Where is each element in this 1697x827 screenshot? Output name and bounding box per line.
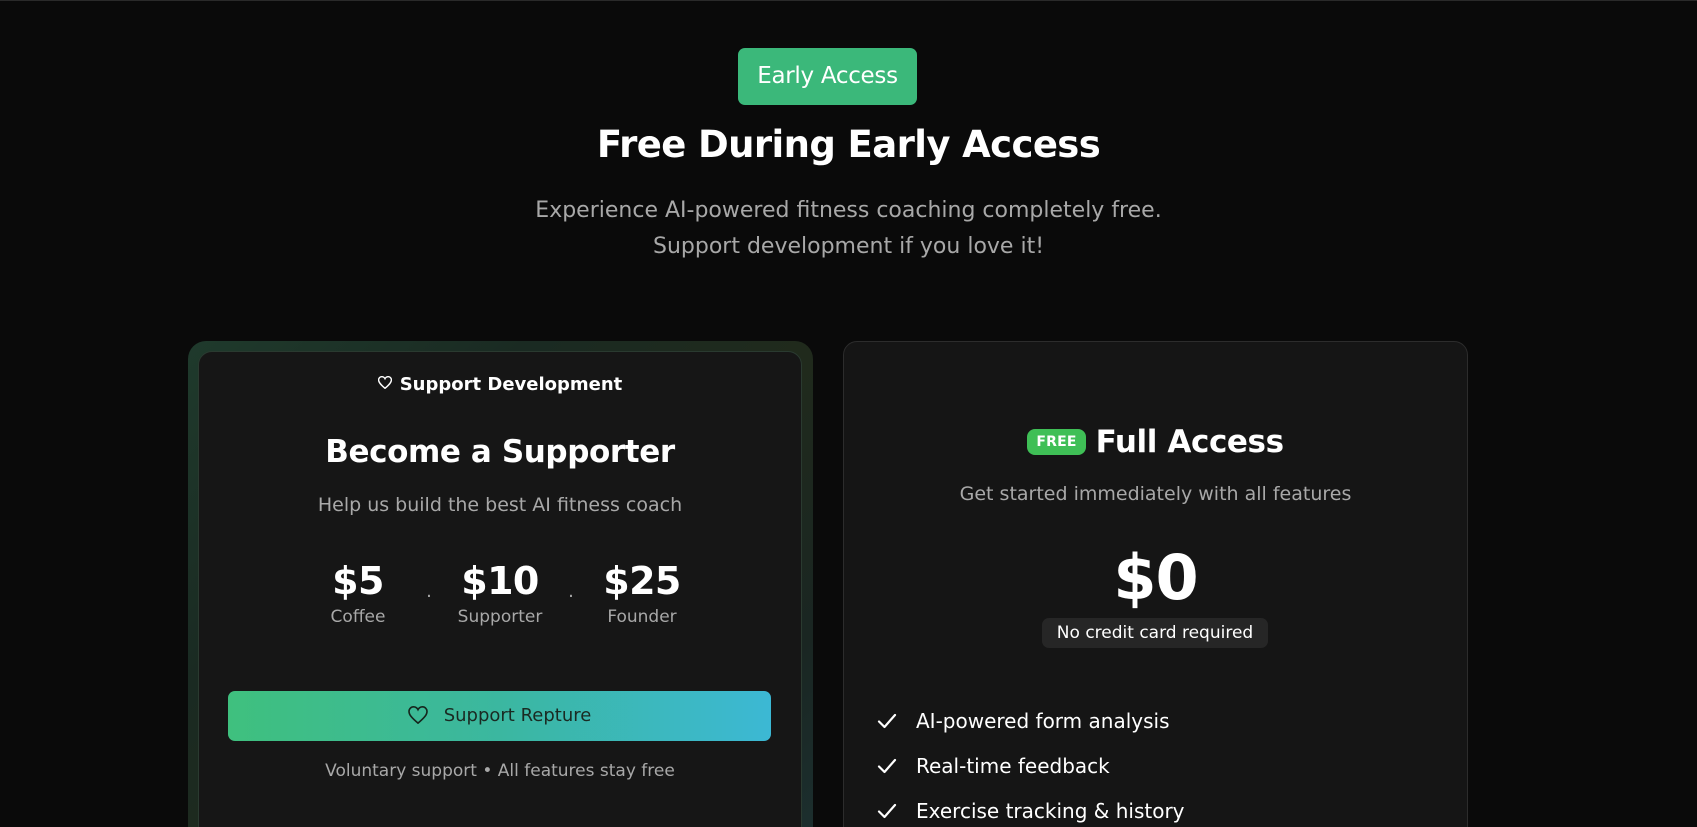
full-access-subtitle: Get started immediately with all feature… [959, 483, 1352, 505]
heart-icon [377, 375, 392, 393]
tier-amount: $10 [461, 559, 539, 603]
check-icon [876, 713, 898, 729]
hero-subtitle: Experience AI-powered fitness coaching c… [0, 193, 1697, 265]
check-icon [876, 803, 898, 819]
feature-label: Real-time feedback [916, 753, 1110, 778]
tier-separator: . [426, 581, 432, 602]
tier-separator: . [568, 581, 574, 602]
support-kicker-label: Support Development [399, 374, 623, 395]
check-icon [876, 758, 898, 774]
early-access-badge: Early Access [738, 48, 917, 105]
supporter-subtitle: Help us build the best AI fitness coach [317, 494, 683, 516]
price: $0 [1113, 541, 1198, 614]
no-credit-card-note: No credit card required [1042, 618, 1268, 648]
support-tiers: $5 Coffee . $10 Supporter . $25 Founder [199, 557, 801, 627]
feature-label: Exercise tracking & history [916, 798, 1185, 823]
tier-supporter[interactable]: $10 Supporter [455, 557, 545, 627]
pricing-section: Early Access Free During Early Access Ex… [0, 0, 1697, 827]
support-repture-button[interactable]: Support Repture [228, 691, 771, 741]
tier-founder[interactable]: $25 Founder [597, 557, 687, 627]
feature-label: AI-powered form analysis [916, 708, 1170, 733]
supporter-card: Support Development Become a Supporter H… [198, 351, 802, 827]
feature-list: AI-powered form analysis Real-time feedb… [876, 698, 1185, 827]
hero-subtitle-line-2: Support development if you love it! [652, 234, 1045, 259]
hero-subtitle-line-1: Experience AI-powered fitness coaching c… [535, 198, 1162, 223]
support-button-label: Support Repture [443, 705, 592, 726]
tier-label: Founder [607, 607, 677, 627]
list-item: Exercise tracking & history [876, 788, 1185, 827]
tier-label: Coffee [330, 607, 386, 627]
tier-coffee[interactable]: $5 Coffee [313, 557, 403, 627]
list-item: Real-time feedback [876, 743, 1185, 788]
full-access-card: FREE Full Access Get started immediately … [843, 341, 1468, 827]
tier-amount: $5 [332, 559, 384, 603]
free-badge: FREE [1027, 429, 1086, 455]
heart-icon [407, 691, 428, 741]
full-access-title: Full Access [1095, 424, 1284, 460]
supporter-title: Become a Supporter [325, 434, 675, 470]
tier-amount: $25 [603, 559, 681, 603]
tier-label: Supporter [457, 607, 543, 627]
list-item: AI-powered form analysis [876, 698, 1185, 743]
support-kicker: Support Development [199, 374, 801, 395]
page-title: Free During Early Access [596, 123, 1101, 166]
full-access-heading: FREE Full Access [844, 424, 1467, 460]
supporter-card-frame: Support Development Become a Supporter H… [188, 341, 813, 827]
support-note: Voluntary support • All features stay fr… [325, 761, 675, 781]
